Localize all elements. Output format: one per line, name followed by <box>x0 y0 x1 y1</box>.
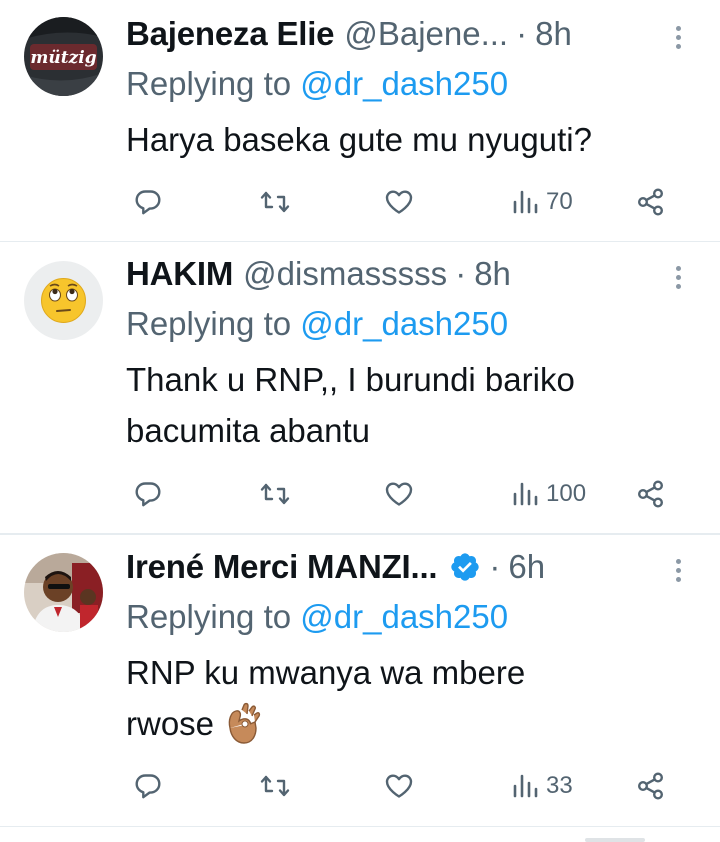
action-bar: 70 <box>126 182 720 222</box>
separator-dot: · <box>516 15 528 52</box>
tweet-text-line: Harya baseka gute mu nyuguti? <box>126 121 592 158</box>
replying-to-mention[interactable]: @dr_dash250 <box>300 65 508 102</box>
retweet-icon <box>260 191 290 213</box>
share-icon <box>638 480 664 508</box>
action-bar: 100 <box>126 474 720 514</box>
like-button[interactable] <box>384 474 414 514</box>
retweet-button[interactable] <box>260 182 290 222</box>
separator-dot: · <box>489 548 501 585</box>
username-handle[interactable]: @Bajene... <box>344 14 508 54</box>
comment-icon <box>135 482 161 507</box>
views-count: 33 <box>546 772 573 799</box>
timestamp[interactable]: 8h <box>535 14 572 54</box>
replying-to-label: Replying to <box>126 598 301 635</box>
heart-icon <box>385 482 413 506</box>
views-icon <box>513 482 538 506</box>
avatar-logo-text: mützig <box>30 48 96 68</box>
tweet-text-line: rwose <box>126 698 706 749</box>
more-vertical-icon[interactable] <box>676 559 682 583</box>
retweet-button[interactable] <box>260 474 290 514</box>
like-button[interactable] <box>384 766 414 806</box>
avatar[interactable] <box>24 261 103 340</box>
display-name[interactable]: HAKIM <box>126 254 233 294</box>
avatar[interactable] <box>24 553 103 632</box>
tweet-text: RNP ku mwanya wa mbere rwose <box>126 647 706 749</box>
share-button[interactable] <box>636 766 666 806</box>
retweet-icon <box>260 775 290 797</box>
scroll-handle[interactable] <box>585 838 645 842</box>
tweet-text: Harya baseka gute mu nyuguti? <box>126 114 706 165</box>
replying-to-mention[interactable]: @dr_dash250 <box>300 598 508 635</box>
replying-to-line: Replying to @dr_dash250 <box>126 304 508 344</box>
views-count: 70 <box>546 188 573 215</box>
replying-to-label: Replying to <box>126 305 301 342</box>
views-button[interactable]: 33 <box>512 766 573 806</box>
display-name[interactable]: Bajeneza Elie <box>126 14 335 54</box>
ok-hand-emoji <box>228 702 261 744</box>
share-button[interactable] <box>636 182 666 222</box>
tweet-text-line: RNP ku mwanya wa mbere <box>126 654 526 691</box>
replying-to-mention[interactable]: @dr_dash250 <box>300 305 508 342</box>
divider <box>0 826 720 827</box>
retweet-icon <box>260 483 290 505</box>
divider <box>0 534 720 535</box>
verified-badge-icon <box>451 553 480 581</box>
reply-tweet[interactable]: mützig Bajeneza Elie @Bajene... · 8h Rep… <box>0 0 720 242</box>
views-button[interactable]: 100 <box>512 474 586 514</box>
views-icon <box>513 190 538 214</box>
like-button[interactable] <box>384 182 414 222</box>
views-count: 100 <box>546 480 587 507</box>
reply-button[interactable] <box>134 766 162 806</box>
heart-icon <box>385 190 413 214</box>
username-handle[interactable]: @dismasssss <box>243 254 447 294</box>
more-vertical-icon[interactable] <box>676 26 682 50</box>
action-bar: 33 <box>126 766 720 806</box>
replying-to-label: Replying to <box>126 65 301 102</box>
more-vertical-icon[interactable] <box>676 266 682 290</box>
comment-icon <box>135 774 161 799</box>
share-icon <box>638 772 664 800</box>
replying-to-line: Replying to @dr_dash250 <box>126 597 508 637</box>
display-name[interactable]: Irené Merci MANZI... <box>126 547 438 587</box>
timestamp[interactable]: 6h <box>508 547 545 587</box>
reply-button[interactable] <box>134 182 162 222</box>
share-button[interactable] <box>636 474 666 514</box>
tweet-text-line-content: rwose <box>126 705 215 742</box>
views-icon <box>513 774 538 798</box>
timestamp[interactable]: 8h <box>474 254 511 294</box>
comment-icon <box>135 190 161 215</box>
avatar[interactable]: mützig <box>24 17 103 96</box>
reply-button[interactable] <box>134 474 162 514</box>
share-icon <box>638 188 664 216</box>
heart-icon <box>385 774 413 798</box>
replying-to-line: Replying to @dr_dash250 <box>126 64 508 104</box>
separator-dot: · <box>455 255 467 292</box>
views-button[interactable]: 70 <box>512 182 573 222</box>
retweet-button[interactable] <box>260 766 290 806</box>
